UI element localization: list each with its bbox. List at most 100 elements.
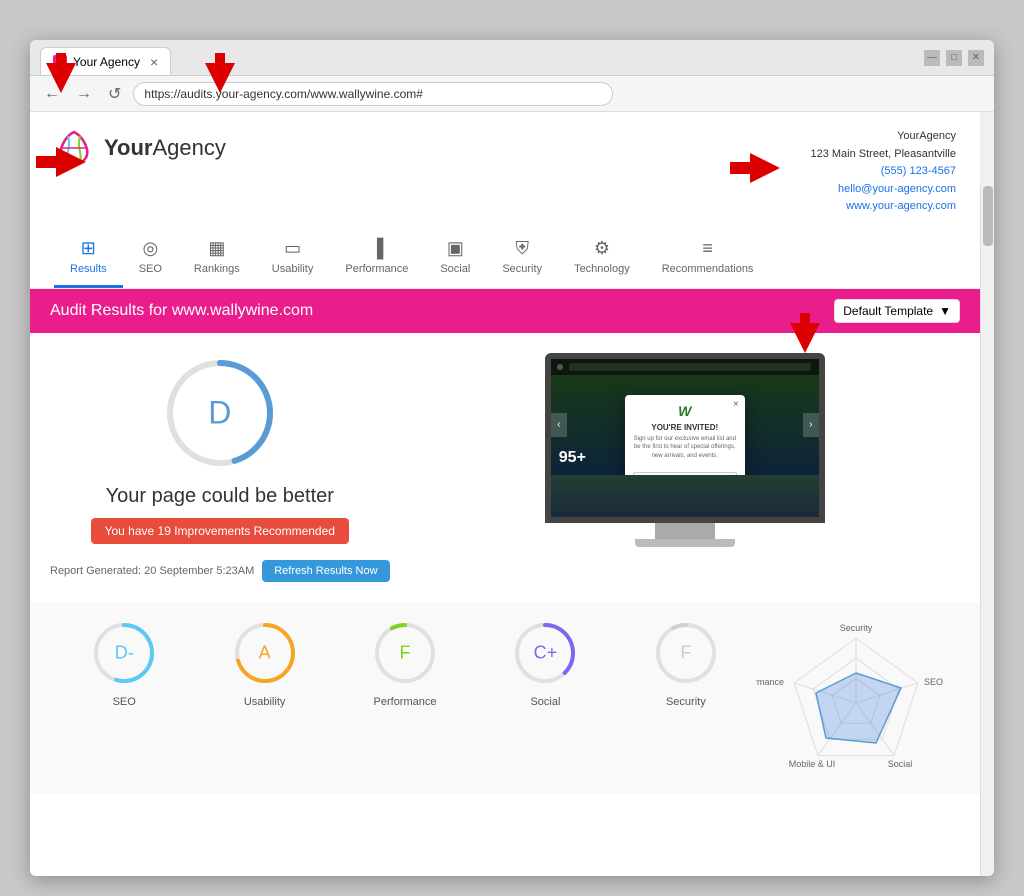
monitor-base <box>635 539 735 547</box>
monitor-nav <box>551 359 819 375</box>
recommendations-icon: ≡ <box>702 238 713 259</box>
tab-results[interactable]: ⊞ Results <box>54 232 123 288</box>
tab-seo-label: SEO <box>139 263 162 275</box>
agency-phone[interactable]: (555) 123-4567 <box>810 163 956 181</box>
score-circle-container: D <box>160 353 280 473</box>
security-icon: ⛨ <box>515 238 529 259</box>
monitor-stand <box>655 523 715 539</box>
tab-security-label: Security <box>502 263 542 275</box>
refresh-button[interactable]: Refresh Results Now <box>262 560 389 582</box>
forward-button[interactable]: → <box>72 83 96 105</box>
tab-performance[interactable]: ▐ Performance <box>329 232 424 288</box>
svg-text:Performance: Performance <box>756 677 784 687</box>
refresh-button[interactable]: ↺ <box>104 82 125 106</box>
logo-area: YourAgency <box>54 128 226 168</box>
back-button[interactable]: ← <box>40 83 64 105</box>
social-score: C+ <box>534 642 558 663</box>
seo-ring: D- <box>89 618 159 688</box>
carousel-prev-button[interactable]: ‹ <box>551 413 567 437</box>
social-label: Social <box>530 696 560 708</box>
improvements-badge: You have 19 Improvements Recommended <box>91 518 349 544</box>
tab-usability[interactable]: ▭ Usability <box>256 232 330 288</box>
agency-website[interactable]: www.your-agency.com <box>810 198 956 216</box>
popup-close-button[interactable]: × <box>733 399 739 410</box>
popup-body: Sign up for our exclusive email list and… <box>633 435 737 460</box>
score-section: D Your page could be better You have 19 … <box>50 353 390 582</box>
seo-score: D- <box>115 642 134 663</box>
tab-rankings-label: Rankings <box>194 263 240 275</box>
chevron-down-icon: ▼ <box>939 304 951 318</box>
scrollbar[interactable] <box>980 184 994 876</box>
nav-tabs: ⊞ Results ◎ SEO ▦ Rankings ▭ Usability ▐ <box>30 224 980 289</box>
monitor: 95+ ‹ › × W YOU'RE INVITED! Sign up for … <box>545 353 825 547</box>
template-select-label: Default Template <box>843 304 933 318</box>
minimize-button[interactable]: — <box>924 50 940 66</box>
browser-window: Your Agency × — □ ✕ ← → ↺ <box>30 40 994 876</box>
scrollbar-thumb[interactable] <box>983 186 993 246</box>
tab-social[interactable]: ▣ Social <box>424 232 486 288</box>
monitor-number-badge: 95+ <box>559 449 586 467</box>
score-item-seo: D- SEO <box>54 618 194 708</box>
page-inner: YourAgency YourAgency 123 Main Street, P… <box>30 112 980 876</box>
results-icon: ⊞ <box>81 238 96 259</box>
monitor-content-image: 95+ ‹ › × W YOU'RE INVITED! Sign up for … <box>551 375 819 475</box>
tab-favicon <box>53 55 67 69</box>
usability-label: Usability <box>244 696 286 708</box>
audit-banner-title: Audit Results for www.wallywine.com <box>50 302 313 320</box>
nav-dot <box>557 364 563 370</box>
svg-text:SEO: SEO <box>924 677 943 687</box>
agency-email[interactable]: hello@your-agency.com <box>810 181 956 199</box>
tab-results-label: Results <box>70 263 107 275</box>
radar-chart: Security SEO Social Mobile & UI Performa… <box>756 618 956 778</box>
tab-performance-label: Performance <box>345 263 408 275</box>
popup-logo: W <box>633 403 737 419</box>
browser-tab[interactable]: Your Agency × <box>40 47 171 75</box>
tab-area: Your Agency × <box>40 40 908 75</box>
tab-label: Your Agency <box>73 55 140 69</box>
security-label: Security <box>666 696 706 708</box>
logo-text: YourAgency <box>104 135 226 161</box>
tab-social-label: Social <box>440 263 470 275</box>
report-info: Report Generated: 20 September 5:23AM Re… <box>50 560 390 582</box>
carousel-next-button[interactable]: › <box>803 413 819 437</box>
score-item-social: C+ Social <box>475 618 615 708</box>
close-button[interactable]: ✕ <box>968 50 984 66</box>
logo-text-light: Agency <box>152 135 225 160</box>
email-popup: × W YOU'RE INVITED! Sign up for our excl… <box>625 395 745 475</box>
performance-label: Performance <box>374 696 437 708</box>
popup-title: YOU'RE INVITED! <box>633 423 737 432</box>
monitor-screen: 95+ ‹ › × W YOU'RE INVITED! Sign up for … <box>545 353 825 523</box>
address-bar[interactable] <box>133 82 613 106</box>
svg-text:Social: Social <box>888 759 913 769</box>
monitor-mockup: 95+ ‹ › × W YOU'RE INVITED! Sign up for … <box>410 353 960 582</box>
score-item-security: F Security <box>616 618 756 708</box>
browser-titlebar: Your Agency × — □ ✕ <box>30 40 994 76</box>
score-item-performance: F Performance <box>335 618 475 708</box>
tab-usability-label: Usability <box>272 263 314 275</box>
tab-security[interactable]: ⛨ Security <box>486 232 558 288</box>
tab-seo[interactable]: ◎ SEO <box>123 232 178 288</box>
agency-address: 123 Main Street, Pleasantville <box>810 146 956 164</box>
score-title: Your page could be better <box>106 485 334 508</box>
tab-recommendations-label: Recommendations <box>662 263 754 275</box>
score-letter: D <box>208 394 231 431</box>
tab-recommendations[interactable]: ≡ Recommendations <box>646 232 770 288</box>
svg-text:Mobile & UI: Mobile & UI <box>789 759 836 769</box>
seo-label: SEO <box>113 696 136 708</box>
maximize-button[interactable]: □ <box>946 50 962 66</box>
performance-score: F <box>400 642 411 663</box>
technology-icon: ⚙ <box>594 238 610 259</box>
rankings-icon: ▦ <box>208 238 225 259</box>
agency-name: YourAgency <box>810 128 956 146</box>
template-select[interactable]: Default Template ▼ <box>834 299 960 323</box>
popup-email-input[interactable] <box>633 472 737 475</box>
tab-technology[interactable]: ⚙ Technology <box>558 232 646 288</box>
tab-close-button[interactable]: × <box>150 54 158 70</box>
tab-rankings[interactable]: ▦ Rankings <box>178 232 256 288</box>
score-item-usability: A Usability <box>194 618 334 708</box>
security-ring: F <box>651 618 721 688</box>
scores-row: D- SEO A Usability <box>30 602 980 794</box>
performance-icon: ▐ <box>370 238 383 259</box>
tab-technology-label: Technology <box>574 263 630 275</box>
page-content: YourAgency YourAgency 123 Main Street, P… <box>30 112 994 876</box>
